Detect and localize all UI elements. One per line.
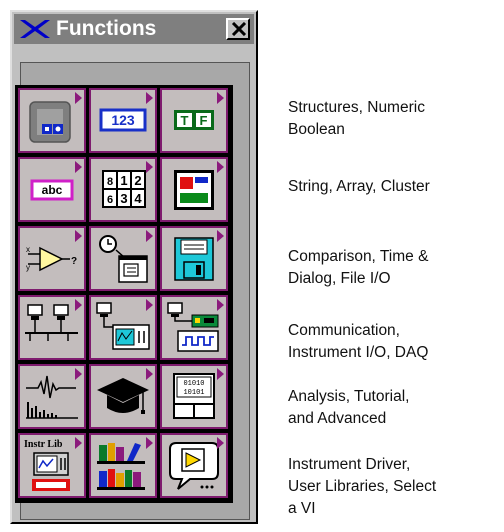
title-bar[interactable]: Functions bbox=[14, 14, 254, 44]
user-libraries-subpalette[interactable] bbox=[89, 433, 157, 498]
subpalette-arrow-icon bbox=[217, 437, 224, 449]
comparison-subpalette[interactable]: x y ? bbox=[18, 226, 86, 291]
svg-text:?: ? bbox=[71, 256, 77, 267]
subpalette-arrow-icon bbox=[146, 368, 153, 380]
window-title: Functions bbox=[56, 17, 157, 40]
svg-text:y: y bbox=[26, 263, 30, 272]
svg-text:2: 2 bbox=[134, 173, 141, 188]
close-button[interactable] bbox=[226, 18, 250, 40]
subpalette-arrow-icon bbox=[146, 161, 153, 173]
daq-subpalette[interactable] bbox=[160, 295, 228, 360]
label-line: Structures, Numeric bbox=[288, 99, 425, 116]
communication-subpalette[interactable] bbox=[18, 295, 86, 360]
svg-text:T: T bbox=[181, 113, 189, 128]
svg-text:6: 6 bbox=[107, 194, 113, 206]
close-icon bbox=[231, 22, 247, 36]
numeric-subpalette[interactable]: 123 bbox=[89, 88, 157, 153]
subpalette-arrow-icon bbox=[146, 299, 153, 311]
subpalette-arrow-icon bbox=[75, 92, 82, 104]
label-row-3: Comparison, Time & Dialog, File I/O bbox=[288, 246, 428, 290]
subpalette-arrow-icon bbox=[217, 299, 224, 311]
svg-text:01010: 01010 bbox=[183, 380, 204, 388]
svg-text:10101: 10101 bbox=[183, 389, 204, 397]
tutorial-subpalette[interactable] bbox=[89, 364, 157, 429]
svg-text:F: F bbox=[200, 113, 208, 128]
label-line: Analysis, Tutorial, bbox=[288, 388, 410, 405]
label-row-1: Structures, Numeric Boolean bbox=[288, 97, 425, 141]
subpalette-arrow-icon bbox=[75, 161, 82, 173]
subpalette-arrow-icon bbox=[75, 437, 82, 449]
svg-text:x: x bbox=[26, 245, 30, 254]
subpalette-arrow-icon bbox=[75, 230, 82, 242]
label-row-5: Analysis, Tutorial, and Advanced bbox=[288, 386, 409, 430]
palette-grid: 123 T F abc 8 1 2 6 3 4 x y ? 01010 1010… bbox=[15, 85, 233, 503]
subpalette-arrow-icon bbox=[146, 92, 153, 104]
instrument-io-subpalette[interactable] bbox=[89, 295, 157, 360]
select-vi-subpalette[interactable] bbox=[160, 433, 228, 498]
label-line: User Libraries, Select bbox=[288, 478, 437, 495]
label-line: Dialog, File I/O bbox=[288, 270, 391, 287]
svg-text:3: 3 bbox=[120, 191, 127, 206]
label-line: Boolean bbox=[288, 121, 345, 138]
label-line: and Advanced bbox=[288, 410, 387, 427]
analysis-subpalette[interactable] bbox=[18, 364, 86, 429]
label-line: Instrument Driver, bbox=[288, 456, 411, 473]
svg-text:8: 8 bbox=[107, 176, 113, 188]
label-line: a VI bbox=[288, 500, 316, 517]
label-line: Communication, bbox=[288, 322, 400, 339]
svg-text:1: 1 bbox=[120, 173, 127, 188]
svg-text:abc: abc bbox=[42, 183, 63, 197]
svg-text:123: 123 bbox=[111, 112, 135, 128]
svg-text:Instr Lib: Instr Lib bbox=[24, 439, 63, 450]
structures-subpalette[interactable] bbox=[18, 88, 86, 153]
label-line: Instrument I/O, DAQ bbox=[288, 344, 429, 361]
subpalette-arrow-icon bbox=[75, 299, 82, 311]
label-line: String, Array, Cluster bbox=[288, 178, 430, 195]
advanced-subpalette[interactable]: 01010 10101 bbox=[160, 364, 228, 429]
subpalette-arrow-icon bbox=[217, 368, 224, 380]
subpalette-arrow-icon bbox=[146, 230, 153, 242]
subpalette-arrow-icon bbox=[217, 230, 224, 242]
cluster-subpalette[interactable] bbox=[160, 157, 228, 222]
time-dialog-subpalette[interactable] bbox=[89, 226, 157, 291]
label-row-2: String, Array, Cluster bbox=[288, 176, 430, 198]
label-row-6: Instrument Driver, User Libraries, Selec… bbox=[288, 454, 436, 520]
subpalette-arrow-icon bbox=[146, 437, 153, 449]
labview-logo-icon bbox=[20, 20, 50, 38]
boolean-subpalette[interactable]: T F bbox=[160, 88, 228, 153]
label-line: Comparison, Time & bbox=[288, 248, 429, 265]
subpalette-arrow-icon bbox=[217, 92, 224, 104]
label-row-4: Communication, Instrument I/O, DAQ bbox=[288, 320, 428, 364]
string-subpalette[interactable]: abc bbox=[18, 157, 86, 222]
svg-text:4: 4 bbox=[134, 191, 142, 206]
subpalette-arrow-icon bbox=[217, 161, 224, 173]
array-subpalette[interactable]: 8 1 2 6 3 4 bbox=[89, 157, 157, 222]
instrument-driver-subpalette[interactable]: Instr Lib bbox=[18, 433, 86, 498]
subpalette-arrow-icon bbox=[75, 368, 82, 380]
file-io-subpalette[interactable] bbox=[160, 226, 228, 291]
